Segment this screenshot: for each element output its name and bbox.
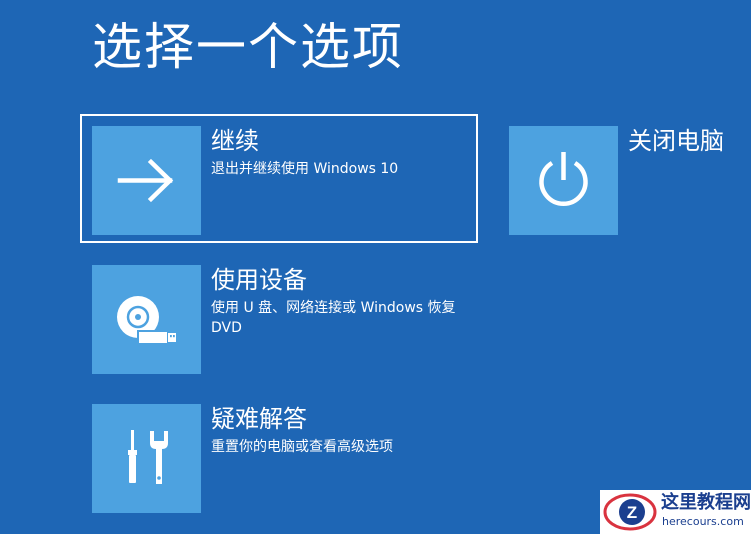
screwdriver-wrench-icon [128, 430, 168, 484]
logo-icon: Z [603, 493, 657, 531]
shutdown-option[interactable]: 关闭电脑 [509, 126, 744, 235]
troubleshoot-tile [92, 404, 201, 513]
troubleshoot-option[interactable]: 疑难解答 重置你的电脑或查看高级选项 [92, 404, 472, 513]
use-device-description: 使用 U 盘、网络连接或 Windows 恢复 DVD [211, 300, 456, 336]
continue-description: 退出并继续使用 Windows 10 [211, 161, 399, 177]
use-device-tile [92, 265, 201, 374]
use-device-label: 使用设备 [211, 266, 307, 294]
watermark-text-cn: 这里教程网 [661, 492, 751, 513]
logo-letter: Z [627, 503, 637, 522]
continue-tile [92, 126, 201, 235]
troubleshoot-description: 重置你的电脑或查看高级选项 [211, 439, 393, 455]
page-title: 选择一个选项 [92, 18, 404, 76]
disc-usb-icon [117, 296, 176, 345]
watermark: Z 这里教程网 herecours.com [600, 490, 751, 534]
watermark-text-en: herecours.com [662, 515, 744, 528]
power-icon [539, 152, 588, 206]
continue-option[interactable]: 继续 退出并继续使用 Windows 10 [92, 126, 472, 235]
use-device-option[interactable]: 使用设备 使用 U 盘、网络连接或 Windows 恢复 DVD [92, 265, 472, 374]
troubleshoot-label: 疑难解答 [211, 405, 307, 433]
shutdown-tile [509, 126, 618, 235]
arrow-right-icon [117, 158, 174, 203]
shutdown-label: 关闭电脑 [628, 127, 724, 155]
continue-label: 继续 [211, 127, 259, 155]
